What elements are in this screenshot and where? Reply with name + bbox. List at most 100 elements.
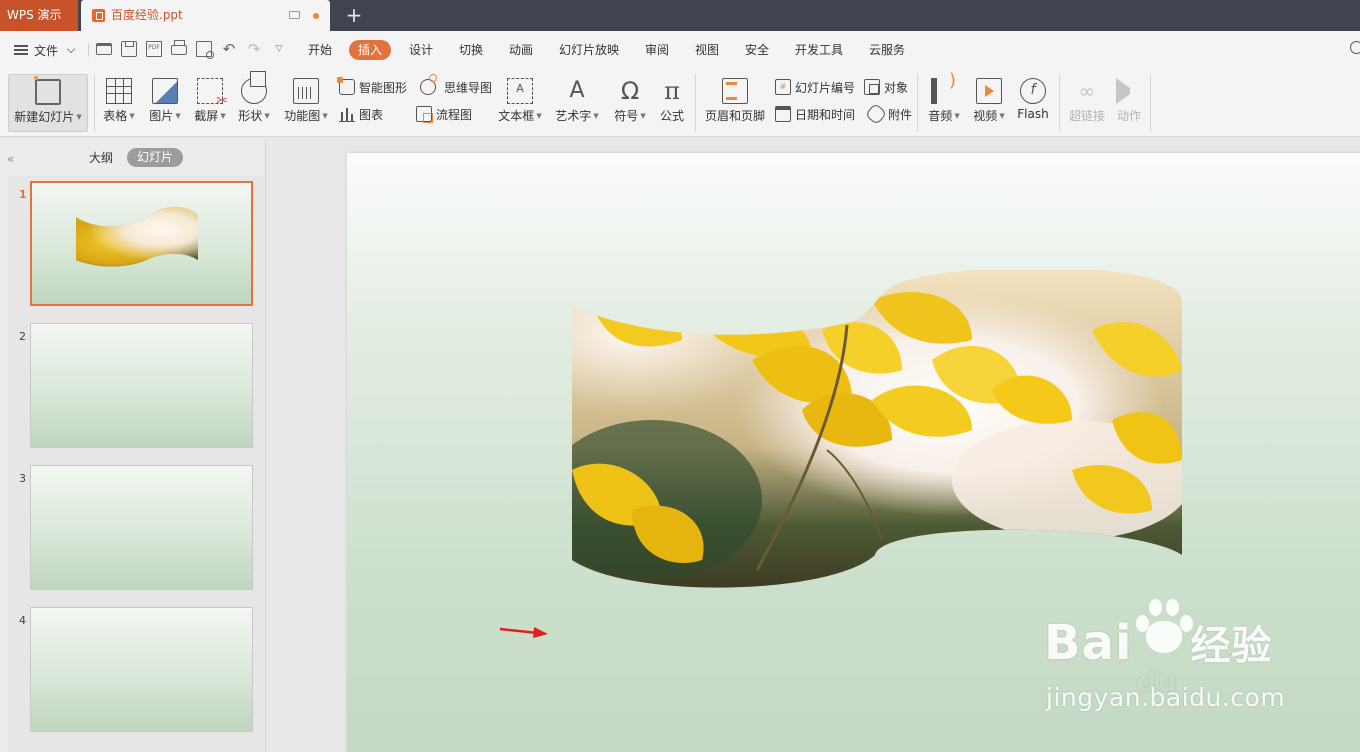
tab-home[interactable]: 开始 bbox=[308, 40, 332, 60]
image-icon bbox=[152, 78, 178, 104]
smart-art-icon bbox=[337, 77, 355, 95]
textbox-button[interactable]: A 文本框 ▼ bbox=[496, 74, 544, 132]
shape-button[interactable]: 形状 ▼ bbox=[235, 71, 273, 132]
ribbon-toolbar: 新建幻灯片▼ 表格▼ 图片▼ 截屏▼ 形状▼ 功能图▼ 智能图形 图表 思维导图… bbox=[0, 68, 1360, 137]
art-text-label: 艺术字 bbox=[555, 109, 592, 123]
app-tab[interactable]: WPS 演示 bbox=[0, 0, 78, 31]
slide-thumbnail-2[interactable] bbox=[30, 323, 253, 448]
document-title: 百度经验.ppt bbox=[111, 8, 183, 22]
annotation-arrow bbox=[499, 627, 548, 638]
divider bbox=[88, 43, 89, 57]
tab-slides[interactable]: 幻灯片 bbox=[127, 148, 183, 167]
tab-insert[interactable]: 插入 bbox=[349, 40, 392, 60]
new-slide-label: 新建幻灯片 bbox=[14, 110, 75, 124]
object-button[interactable]: 对象 bbox=[864, 77, 908, 97]
smart-art-button[interactable]: 智能图形 bbox=[337, 77, 408, 97]
watermark-logo-jingyan: 经验 bbox=[1190, 623, 1273, 669]
mind-map-button[interactable]: 思维导图 bbox=[416, 74, 492, 97]
search-icon[interactable] bbox=[1350, 41, 1360, 54]
flow-chart-button[interactable]: 流程图 bbox=[416, 104, 472, 124]
slide-thumbnail-3[interactable] bbox=[30, 465, 253, 590]
chart-label: 图表 bbox=[359, 107, 384, 122]
attachment-button[interactable]: 附件 bbox=[864, 102, 912, 126]
title-bar: WPS 演示 百度经验.ppt + bbox=[0, 0, 1360, 31]
tab-design[interactable]: 设计 bbox=[409, 40, 433, 60]
watermark-logo: Bai du 经验 bbox=[1044, 613, 1273, 698]
screenshot-button[interactable]: 截屏▼ bbox=[191, 74, 229, 132]
hyperlink-button[interactable]: ∞ 超链接 bbox=[1066, 74, 1108, 132]
print-preview-icon[interactable] bbox=[196, 41, 214, 59]
mind-map-icon bbox=[420, 74, 437, 95]
slide-thumbnail-4[interactable] bbox=[30, 607, 253, 732]
divider bbox=[94, 74, 95, 132]
wavy-ginkgo-photo[interactable] bbox=[572, 270, 1182, 590]
function-chart-button[interactable]: 功能图 ▼ bbox=[282, 74, 330, 132]
tab-developer[interactable]: 开发工具 bbox=[795, 40, 843, 60]
redo-icon[interactable]: ↷ bbox=[246, 41, 262, 57]
header-footer-button[interactable]: 页眉和页脚 bbox=[703, 74, 767, 132]
formula-button[interactable]: π 公式 bbox=[656, 74, 688, 132]
flash-icon: f bbox=[1020, 78, 1046, 104]
table-icon bbox=[106, 78, 132, 104]
customize-toolbar-icon[interactable]: ▽ bbox=[271, 41, 287, 57]
add-tab-button[interactable]: + bbox=[343, 4, 365, 26]
tab-outline[interactable]: 大纲 bbox=[89, 149, 113, 166]
print-icon[interactable] bbox=[171, 40, 187, 55]
watermark-logo-bai: Bai bbox=[1044, 615, 1133, 671]
thumbnail-image bbox=[76, 205, 198, 267]
date-time-label: 日期和时间 bbox=[795, 107, 856, 122]
document-tab[interactable]: 百度经验.ppt bbox=[81, 0, 330, 31]
chart-button[interactable]: 图表 bbox=[339, 104, 383, 124]
textbox-label: 文本框 bbox=[498, 109, 535, 123]
table-button[interactable]: 表格 ▼ bbox=[100, 74, 138, 132]
thumbnail-list: 1 2 3 4 bbox=[8, 176, 264, 752]
collapse-panel-icon[interactable]: « bbox=[7, 152, 14, 166]
picture-button[interactable]: 图片 ▼ bbox=[146, 74, 184, 132]
flash-button[interactable]: f Flash bbox=[1014, 74, 1052, 132]
save-icon[interactable] bbox=[121, 41, 137, 57]
video-button[interactable]: 视频 ▼ bbox=[970, 74, 1008, 132]
divider bbox=[917, 74, 918, 132]
shape-icon bbox=[241, 71, 267, 104]
smart-art-label: 智能图形 bbox=[359, 80, 408, 95]
new-slide-button[interactable]: 新建幻灯片 ▼ bbox=[8, 73, 88, 132]
symbol-button[interactable]: Ω 符号 ▼ bbox=[611, 74, 649, 132]
tab-transitions[interactable]: 切换 bbox=[459, 40, 483, 60]
function-chart-label: 功能图 bbox=[284, 109, 321, 123]
slide-thumbnail-1[interactable] bbox=[30, 181, 253, 306]
monitor-icon[interactable] bbox=[289, 11, 300, 19]
date-time-button[interactable]: 日期和时间 bbox=[775, 104, 855, 124]
photo-svg bbox=[572, 270, 1182, 588]
current-slide[interactable]: Bai du 经验 jingyan.baidu.com bbox=[347, 153, 1360, 752]
action-label: 动作 bbox=[1116, 109, 1141, 123]
unsaved-dot-icon bbox=[313, 13, 319, 19]
screenshot-icon bbox=[197, 78, 228, 109]
tab-view[interactable]: 视图 bbox=[695, 40, 719, 60]
slide-number-label: 幻灯片编号 bbox=[795, 80, 856, 95]
slide-number-icon: # bbox=[775, 79, 791, 95]
undo-icon[interactable]: ↶ bbox=[221, 41, 237, 57]
hyperlink-label: 超链接 bbox=[1068, 109, 1105, 123]
tab-animations[interactable]: 动画 bbox=[509, 40, 533, 60]
picture-label: 图片 bbox=[149, 109, 174, 123]
tab-security[interactable]: 安全 bbox=[745, 40, 769, 60]
shape-label: 形状 bbox=[238, 109, 263, 123]
art-text-button[interactable]: A 艺术字 ▼ bbox=[553, 74, 601, 132]
divider bbox=[1059, 74, 1060, 132]
formula-label: 公式 bbox=[659, 109, 684, 123]
flash-label: Flash bbox=[1017, 107, 1049, 121]
export-pdf-icon[interactable]: PDF bbox=[146, 41, 162, 57]
play-action-icon bbox=[1116, 78, 1142, 104]
file-menu[interactable]: 文件 bbox=[14, 40, 76, 60]
file-menu-label: 文件 bbox=[34, 43, 59, 58]
ppt-file-icon bbox=[92, 9, 105, 22]
tab-slideshow[interactable]: 幻灯片放映 bbox=[559, 40, 619, 60]
open-icon[interactable] bbox=[96, 43, 112, 55]
tab-cloud[interactable]: 云服务 bbox=[869, 40, 905, 60]
action-button[interactable]: 动作 bbox=[1112, 74, 1146, 132]
pi-icon: π bbox=[664, 77, 680, 105]
audio-button[interactable]: 音频▼ bbox=[925, 70, 963, 132]
calendar-icon bbox=[775, 106, 791, 122]
tab-review[interactable]: 审阅 bbox=[645, 40, 669, 60]
slide-number-button[interactable]: # 幻灯片编号 bbox=[775, 77, 855, 97]
